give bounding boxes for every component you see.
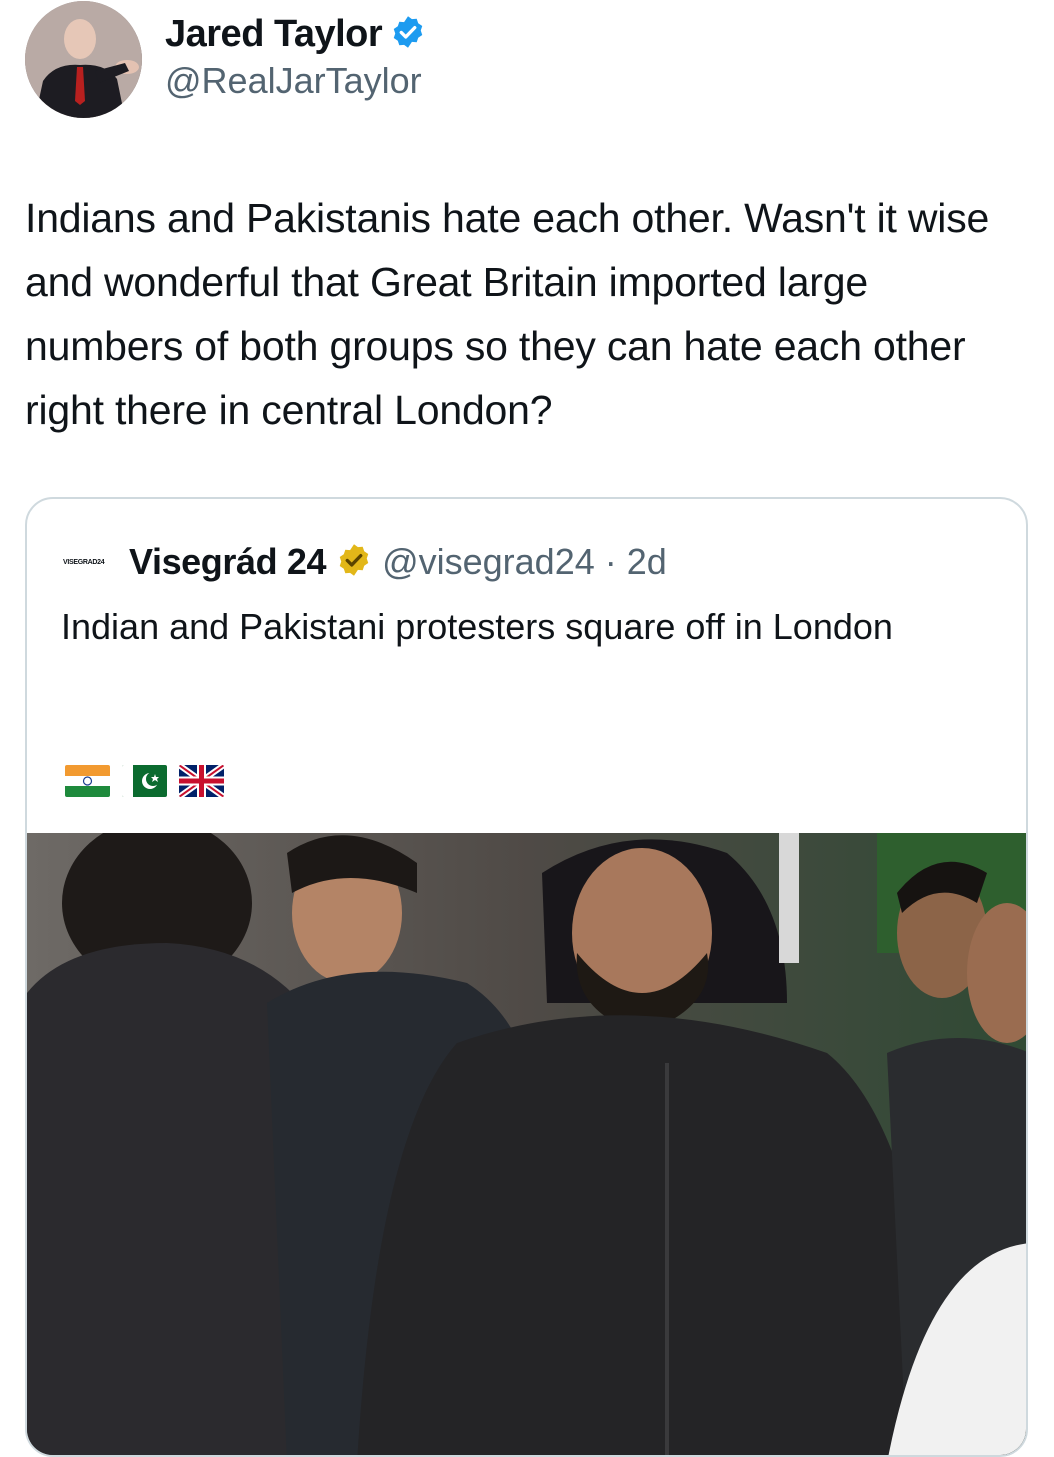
protest-crowd-image xyxy=(27,833,1026,1455)
visegrad-logo: VISEGRAD24 xyxy=(63,558,105,566)
quote-author-name[interactable]: Visegrád 24 xyxy=(129,541,326,583)
gold-verified-badge-icon xyxy=(336,542,372,583)
quote-author-handle[interactable]: @visegrad24 xyxy=(382,541,595,583)
separator-dot: · xyxy=(604,541,617,582)
pakistan-flag-icon xyxy=(122,765,167,797)
quote-text: Indian and Pakistani protesters square o… xyxy=(61,606,893,647)
quote-timestamp[interactable]: 2d xyxy=(627,541,667,583)
quote-header: VISEGRAD24 Visegrád 24 @visegrad24 · 2d xyxy=(63,537,667,587)
india-flag-icon xyxy=(65,765,110,797)
quoted-tweet[interactable]: VISEGRAD24 Visegrád 24 @visegrad24 · 2d … xyxy=(25,497,1028,1457)
author-avatar[interactable] xyxy=(25,1,142,118)
avatar-photo xyxy=(25,1,142,118)
author-info: Jared Taylor @RealJarTaylor xyxy=(165,10,426,102)
flag-emoji-row xyxy=(65,765,224,797)
author-handle[interactable]: @RealJarTaylor xyxy=(165,60,426,102)
uk-flag-icon xyxy=(179,765,224,797)
author-name[interactable]: Jared Taylor xyxy=(165,13,383,56)
quote-video-thumbnail[interactable] xyxy=(27,833,1026,1455)
tweet-text: Indians and Pakistanis hate each other. … xyxy=(25,195,990,433)
verified-badge-icon xyxy=(390,14,426,55)
